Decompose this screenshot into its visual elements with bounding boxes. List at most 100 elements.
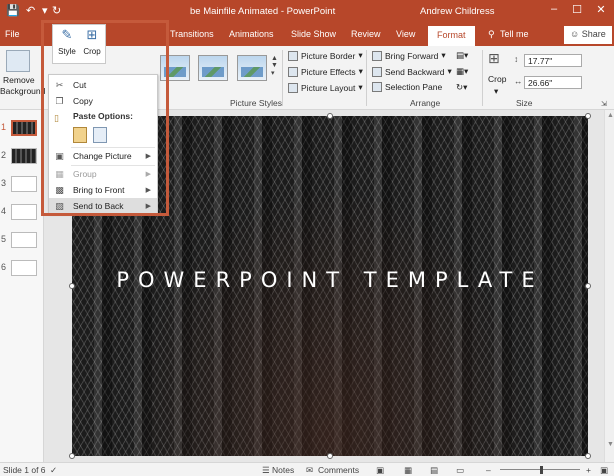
- undo-icon[interactable]: ↶: [26, 4, 35, 17]
- remove-background-label[interactable]: Remove: [3, 75, 35, 85]
- bring-forward-button[interactable]: Bring Forward ▾: [372, 50, 446, 61]
- slide-thumbnail-5[interactable]: [11, 232, 37, 248]
- resize-handle-right[interactable]: [585, 283, 591, 289]
- rotate-icon[interactable]: ↻▾: [456, 82, 467, 93]
- zoom-out-icon[interactable]: –: [486, 465, 491, 475]
- send-backward-button[interactable]: Send Backward ▾: [372, 66, 452, 77]
- tab-format[interactable]: Format: [428, 26, 475, 46]
- height-icon: ↕: [514, 54, 519, 64]
- submenu-arrow-icon: ▶: [145, 203, 151, 210]
- resize-handle-bottom-right[interactable]: [585, 453, 591, 459]
- size-group-label: Size: [516, 98, 533, 108]
- picture-layout-button[interactable]: Picture Layout ▾: [288, 82, 363, 93]
- slide-thumbnail-pane: 1 2 3 4 5 6: [0, 110, 44, 462]
- picture-styles-group-label: Picture Styles: [230, 98, 282, 108]
- tab-file[interactable]: File: [5, 29, 20, 39]
- tab-animations[interactable]: Animations: [229, 29, 274, 39]
- remove-background-icon[interactable]: [6, 50, 30, 72]
- crop-dropdown-icon[interactable]: ▾: [494, 86, 498, 97]
- normal-view-icon[interactable]: ▣: [376, 465, 384, 476]
- reading-view-icon[interactable]: ▤: [430, 465, 438, 476]
- change-picture-label: Change Picture: [73, 151, 132, 161]
- crop-button[interactable]: ⊞ Crop: [80, 27, 104, 61]
- fit-slide-icon[interactable]: ▣: [600, 465, 608, 476]
- crop-label[interactable]: Crop: [488, 74, 506, 84]
- menu-item-bring-to-front[interactable]: ▩ Bring to Front ▶: [49, 182, 157, 198]
- tab-transitions[interactable]: Transitions: [170, 29, 214, 39]
- lightbulb-icon: ⚲: [488, 29, 495, 39]
- user-name[interactable]: Andrew Childress: [420, 6, 494, 17]
- styles-gallery-scroll-icon[interactable]: ▲ ▼ ▾: [271, 55, 278, 77]
- share-label: Share: [581, 29, 606, 39]
- resize-handle-left[interactable]: [69, 283, 75, 289]
- slide-title[interactable]: POWERPOINT TEMPLATE: [72, 268, 588, 292]
- close-button[interactable]: ✕: [592, 3, 610, 16]
- share-button[interactable]: ☺ Share: [564, 26, 612, 44]
- menu-item-group[interactable]: ▦ Group ▶: [49, 166, 157, 182]
- save-icon[interactable]: 💾: [6, 4, 20, 17]
- picture-style-2[interactable]: [198, 55, 228, 81]
- minimize-button[interactable]: –: [545, 3, 563, 15]
- tab-slideshow[interactable]: Slide Show: [291, 29, 336, 39]
- slide-count: Slide 1 of 6: [3, 465, 46, 475]
- redo-icon[interactable]: ↻: [52, 4, 61, 17]
- crop-icon: ⊞: [86, 27, 98, 42]
- paste-keep-formatting-icon[interactable]: [73, 127, 87, 143]
- menu-item-change-picture[interactable]: ▣ Change Picture ▶: [49, 148, 157, 164]
- picture-style-3[interactable]: [237, 55, 267, 81]
- comments-button[interactable]: Comments: [318, 465, 359, 475]
- zoom-slider-knob[interactable]: [540, 466, 543, 474]
- bring-to-front-icon: ▩: [55, 184, 64, 195]
- crop-icon[interactable]: ⊞: [488, 50, 500, 67]
- slideshow-icon[interactable]: ▭: [456, 465, 464, 476]
- height-input[interactable]: 17.77": [524, 54, 582, 67]
- slide-thumbnail-2[interactable]: [11, 148, 37, 164]
- send-backward-icon: [372, 66, 382, 77]
- thumb-number: 5: [1, 234, 7, 244]
- resize-handle-top-right[interactable]: [585, 113, 591, 119]
- group-icon: ▦: [55, 168, 64, 179]
- resize-handle-bottom-left[interactable]: [69, 453, 75, 459]
- notes-button[interactable]: Notes: [272, 465, 294, 475]
- vertical-scrollbar[interactable]: ▲ ▼: [604, 110, 614, 462]
- dropdown-icon: ▾: [358, 66, 363, 76]
- size-dialog-launcher-icon[interactable]: ⇲: [601, 100, 607, 108]
- picture-style-1[interactable]: [160, 55, 190, 81]
- undo-dropdown-icon[interactable]: ▾: [42, 4, 48, 17]
- restore-button[interactable]: ☐: [568, 3, 586, 16]
- picture-effects-icon: [288, 66, 298, 77]
- picture-effects-button[interactable]: Picture Effects ▾: [288, 66, 363, 77]
- scroll-down-icon[interactable]: ▼: [607, 441, 614, 448]
- selection-pane-icon: [372, 82, 382, 92]
- resize-handle-bottom[interactable]: [327, 453, 333, 459]
- zoom-in-icon[interactable]: +: [586, 465, 591, 475]
- selection-pane-button[interactable]: Selection Pane: [372, 82, 442, 92]
- group-icon[interactable]: ▦▾: [456, 66, 468, 77]
- resize-handle-top[interactable]: [327, 113, 333, 119]
- paste-picture-icon[interactable]: [93, 127, 107, 143]
- spellcheck-icon[interactable]: ✓: [50, 465, 57, 476]
- tab-view[interactable]: View: [396, 29, 415, 39]
- mini-toolbar: ✎ Style ⊞ Crop: [52, 24, 106, 64]
- remove-background-label-2[interactable]: Background: [0, 86, 45, 96]
- align-icon[interactable]: ▤▾: [456, 50, 468, 61]
- menu-item-cut[interactable]: ✂ Cut: [49, 77, 157, 93]
- menu-item-copy[interactable]: ❐ Copy: [49, 93, 157, 109]
- slide-thumbnail-6[interactable]: [11, 260, 37, 276]
- scroll-up-icon[interactable]: ▲: [607, 112, 614, 119]
- picture-effects-label: Picture Effects: [301, 66, 356, 77]
- style-button[interactable]: ✎ Style: [55, 27, 79, 61]
- slide-thumbnail-3[interactable]: [11, 176, 37, 192]
- dropdown-icon: ▾: [441, 50, 446, 60]
- picture-layout-icon: [288, 82, 298, 93]
- width-input[interactable]: 26.66": [524, 76, 582, 89]
- slide-thumbnail-1[interactable]: [11, 120, 37, 136]
- tab-review[interactable]: Review: [351, 29, 381, 39]
- style-label: Style: [58, 47, 76, 56]
- menu-item-send-to-back[interactable]: ▨ Send to Back ▶: [49, 198, 157, 214]
- slide-thumbnail-4[interactable]: [11, 204, 37, 220]
- tell-me-box[interactable]: Tell me: [500, 29, 529, 39]
- thumb-number: 2: [1, 150, 7, 160]
- picture-border-button[interactable]: Picture Border ▾: [288, 50, 363, 61]
- slide-sorter-icon[interactable]: ▦: [404, 465, 412, 476]
